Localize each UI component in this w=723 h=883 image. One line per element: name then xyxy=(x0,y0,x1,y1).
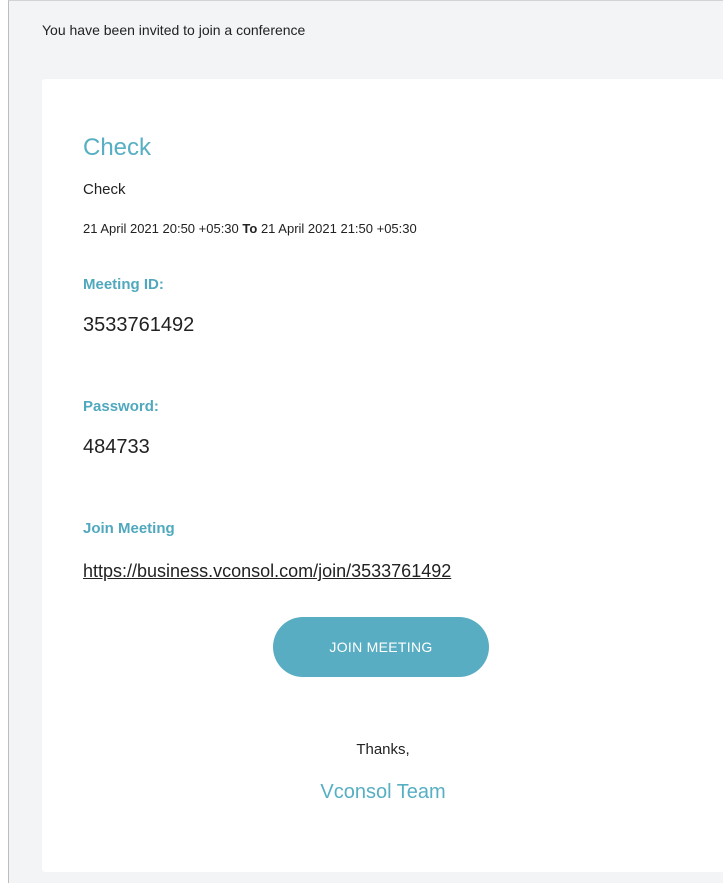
invite-intro-text: You have been invited to join a conferen… xyxy=(42,22,306,38)
invitation-card: Check Check 21 April 2021 20:50 +05:30 T… xyxy=(42,79,723,872)
thanks-text: Thanks, xyxy=(356,741,410,758)
join-meeting-link[interactable]: https://business.vconsol.com/join/353376… xyxy=(83,561,451,582)
password-value: 484733 xyxy=(83,436,150,458)
password-label: Password: xyxy=(83,398,159,415)
meeting-end: 21 April 2021 21:50 +05:30 xyxy=(260,221,417,236)
meeting-subject: Check xyxy=(83,181,126,198)
join-meeting-label: Join Meeting xyxy=(83,520,175,537)
email-viewer: You have been invited to join a conferen… xyxy=(8,0,723,883)
join-meeting-button[interactable]: JOIN MEETING xyxy=(273,617,489,677)
meeting-start: 21 April 2021 20:50 +05:30 xyxy=(83,221,239,236)
meeting-datetime: 21 April 2021 20:50 +05:30 To 21 April 2… xyxy=(83,221,417,236)
datetime-separator: To xyxy=(242,221,258,236)
meeting-id-label: Meeting ID: xyxy=(83,276,164,293)
meeting-id-value: 3533761492 xyxy=(83,314,195,336)
team-signature: Vconsol Team xyxy=(320,781,446,803)
meeting-title: Check xyxy=(83,134,152,161)
